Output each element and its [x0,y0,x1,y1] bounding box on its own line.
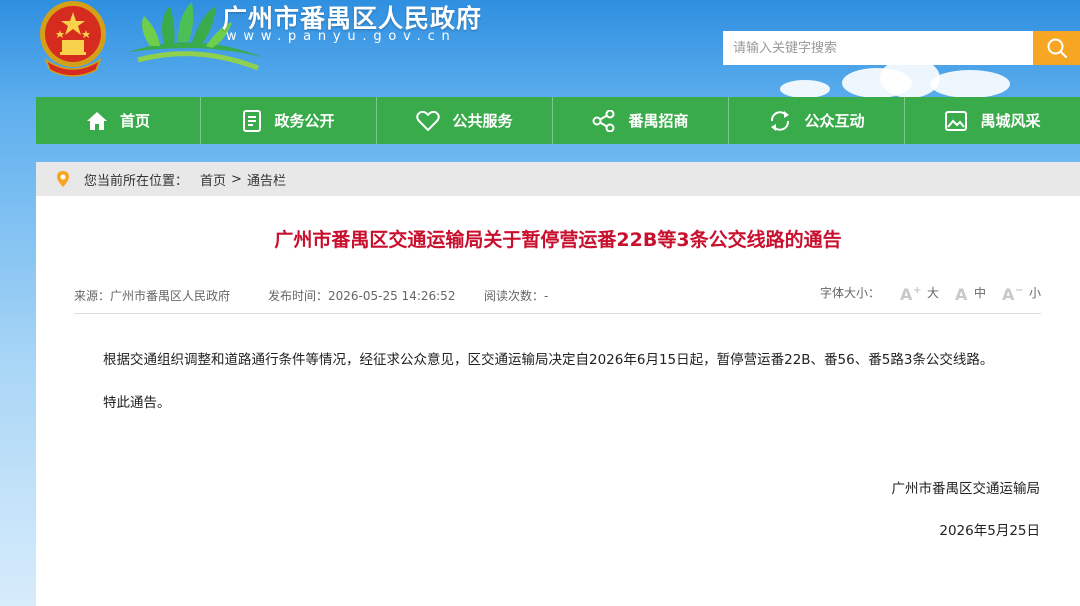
meta-divider [74,313,1041,314]
nav-item-label: 政务公开 [274,112,335,130]
article-publish-time: 发布时间：2026-05-25 14:26:52 [268,289,456,303]
breadcrumb-link-home[interactable]: 首页 [200,170,226,189]
refresh-icon [771,110,790,131]
font-increase-icon: A + [900,285,921,301]
nav-item-investment[interactable]: 番禺招商 [553,97,729,144]
breadcrumb: 您当前所在位置： 首页 > 通告栏 [36,162,1080,196]
article-paragraph: 根据交通组织调整和道路通行条件等情况，经征求公众意见，区交通运输局决定自2026… [103,352,994,368]
nav-item-public-interaction[interactable]: 公众互动 [729,97,905,144]
article-meta: 来源：广州市番禺区人民政府 发布时间：2026-05-25 14:26:52 阅… [74,284,1041,307]
nav-item-label: 公众互动 [804,112,865,130]
content-panel: 您当前所在位置： 首页 > 通告栏 广州市番禺区交通运输局关于暂停营运番22B等… [36,162,1080,606]
nav-item-label: 番禺招商 [628,112,689,130]
main-nav: 首页 政务公开 公共服务 番禺招商 公众互动 禺城风采 [36,97,1080,144]
font-size-small-button[interactable]: A − 小 [1002,284,1041,301]
site-header: 广州市番禺区人民政府 www.panyu.gov.cn [0,0,1080,97]
share-nodes-icon [592,109,615,132]
font-decrease-icon: A − [1002,285,1023,301]
site-url: www.panyu.gov.cn [226,29,457,44]
font-size-large-label: 大 [926,286,939,300]
nav-item-home[interactable]: 首页 [36,97,201,144]
breadcrumb-separator: > [231,171,242,187]
font-default-icon: A [955,285,968,301]
image-icon [945,110,968,131]
font-size-controls: 字体大小： A + 大 A 中 A − 小 [820,284,1041,301]
nav-item-label: 公共服务 [452,112,513,130]
article-paragraph: 特此通告。 [103,395,171,411]
heart-icon [416,110,441,131]
home-icon [86,111,107,130]
signature-date: 2026年5月25日 [939,523,1040,539]
document-icon [243,109,262,132]
font-size-large-button[interactable]: A + 大 [900,284,939,301]
svg-text:−: − [1015,285,1023,296]
svg-text:A: A [900,285,913,301]
nav-item-label: 首页 [119,112,150,130]
nav-item-label: 禺城风采 [980,112,1041,130]
search-box [723,31,1080,65]
search-icon [1047,38,1067,59]
breadcrumb-link-notice[interactable]: 通告栏 [247,170,286,189]
national-emblem-logo [40,1,106,77]
breadcrumb-prefix: 您当前所在位置： [84,173,189,189]
search-input[interactable] [723,31,1033,65]
font-size-medium-label: 中 [973,286,986,300]
article-title: 广州市番禺区交通运输局关于暂停营运番22B等3条公交线路的通告 [274,229,842,251]
font-size-medium-button[interactable]: A 中 [955,284,986,301]
font-size-small-label: 小 [1028,286,1041,300]
article-body: 根据交通组织调整和道路通行条件等情况，经征求公众意见，区交通运输局决定自2026… [103,349,993,414]
nav-item-government-affairs[interactable]: 政务公开 [201,97,377,144]
svg-text:A: A [955,285,968,301]
nav-item-public-services[interactable]: 公共服务 [377,97,553,144]
svg-text:+: + [913,285,921,296]
font-size-label: 字体大小： [819,286,880,300]
location-pin-icon [57,171,69,187]
nav-item-city-scenery[interactable]: 禺城风采 [905,97,1080,144]
signature-organization: 广州市番禺区交通运输局 [891,481,1041,497]
svg-text:A: A [1002,285,1015,301]
search-button[interactable] [1033,31,1080,65]
article-views: 阅读次数：- [484,289,549,303]
article-source: 来源：广州市番禺区人民政府 [74,289,231,303]
